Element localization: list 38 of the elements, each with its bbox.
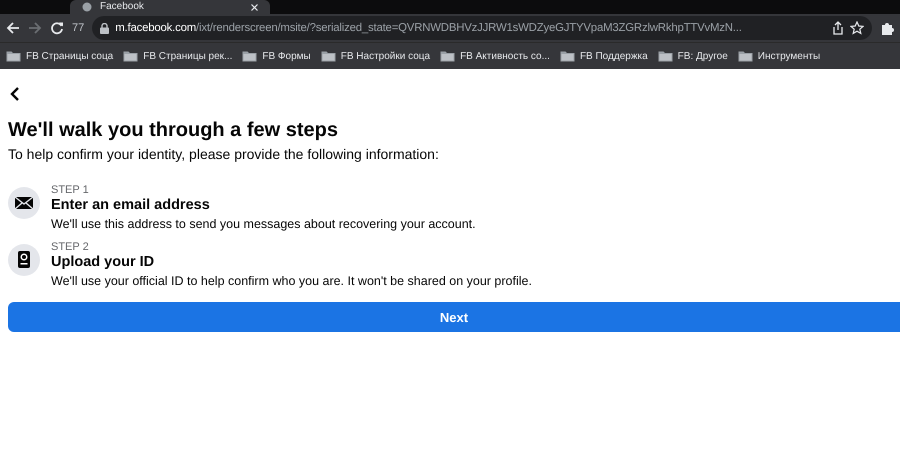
page-title: We'll walk you through a few steps — [8, 119, 339, 142]
folder-icon — [242, 50, 258, 62]
bookmark[interactable]: FB: Другое — [658, 50, 728, 62]
folder-icon — [123, 50, 138, 62]
folder-icon — [6, 50, 21, 62]
bookmark[interactable]: FB Настройки соца — [320, 50, 430, 62]
folder-icon — [560, 50, 575, 62]
lock-icon — [100, 22, 110, 34]
folder-icon — [440, 50, 456, 62]
back-arrow-icon[interactable] — [6, 21, 20, 35]
folder-icon — [658, 50, 673, 62]
id-card-icon — [8, 244, 40, 276]
bookmark[interactable]: Инструменты — [738, 50, 820, 62]
extension-count-label: 77 — [72, 22, 84, 34]
url-text: m.facebook.com/ixt/renderscreen/msite/?serialized_state=QVRNWDBHVzJJRW1sWDZyeGJTYVpaM3ZGRzlwRkhpTTVvMzN... — [115, 22, 743, 34]
bookmark[interactable]: FB Страницы соца — [6, 50, 114, 62]
page-subtitle: To help confirm your identity, please provide the following information: — [8, 146, 440, 162]
share-icon[interactable] — [832, 21, 844, 35]
puzzle-icon[interactable] — [880, 21, 894, 35]
bookmark[interactable]: FB Страницы рек... — [123, 50, 232, 62]
folder-icon — [738, 50, 753, 62]
bookmark[interactable]: FB Поддержка — [560, 50, 648, 62]
reload-icon[interactable] — [50, 21, 64, 35]
step-description: We'll use this address to send you messages about recovering your account. — [51, 217, 476, 231]
step-label: STEP 2 — [51, 241, 90, 253]
step-description: We'll use your official ID to help confirm who you are. It won't be shared on your profile. — [51, 274, 532, 288]
star-icon[interactable] — [850, 21, 864, 35]
folder-icon — [320, 50, 336, 62]
envelope-icon — [8, 187, 40, 219]
back-chevron-icon[interactable] — [10, 87, 20, 101]
address-bar[interactable]: m.facebook.com/ixt/renderscreen/msite/?serialized_state=QVRNWDBHVzJJRW1sWDZyeGJTYVpaM3ZGRzlwRkhpTTVvMzN... — [92, 16, 872, 40]
close-icon[interactable] — [251, 4, 258, 10]
step-title: Enter an email address — [51, 197, 211, 213]
step-title: Upload your ID — [51, 254, 156, 270]
bookmark[interactable]: FB Активность со... — [440, 50, 550, 62]
bookmark[interactable]: FB Формы — [242, 50, 311, 62]
step-label: STEP 1 — [51, 184, 90, 196]
next-button[interactable]: Next — [8, 302, 900, 332]
